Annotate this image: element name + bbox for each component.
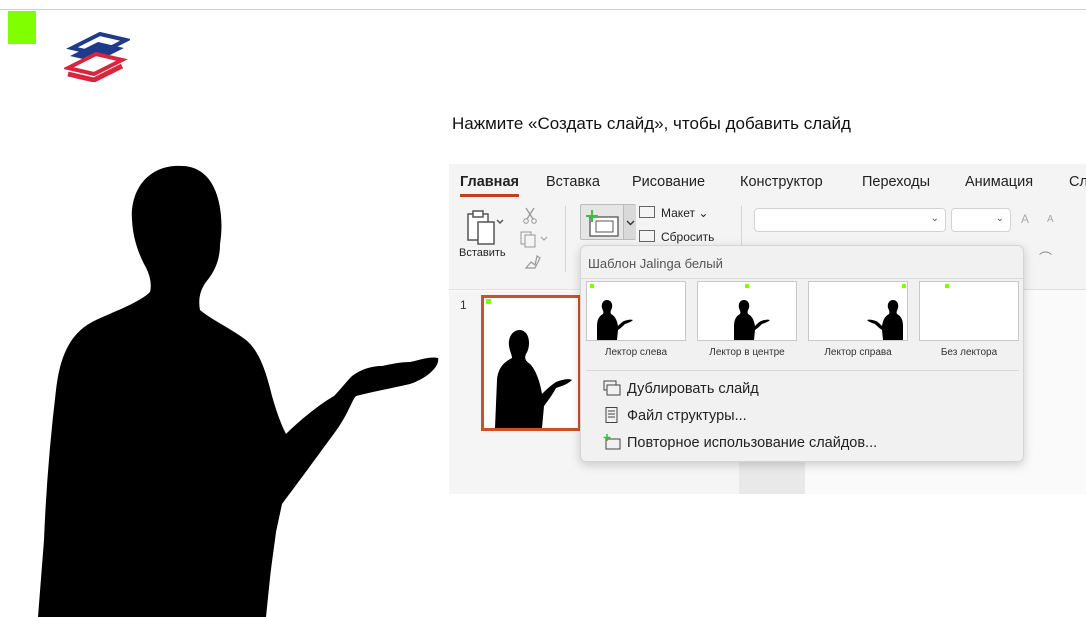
presenter-silhouette <box>495 330 572 428</box>
font-size-select[interactable]: ⌄ <box>951 208 1011 232</box>
accent-marker <box>902 284 906 288</box>
presenter-silhouette <box>734 300 770 340</box>
reuse-slides-icon <box>603 434 621 450</box>
increase-font-size-button[interactable]: A <box>1021 212 1029 226</box>
active-tab-indicator <box>460 194 519 197</box>
font-family-select[interactable]: ⌄ <box>754 208 946 232</box>
copy-icon[interactable] <box>519 230 549 248</box>
reset-icon <box>639 230 655 242</box>
paste-icon[interactable] <box>464 208 504 248</box>
presenter-silhouette <box>867 300 903 340</box>
tab-home[interactable]: Главная <box>460 174 519 190</box>
tab-insert[interactable]: Вставка <box>546 174 600 190</box>
tab-draw[interactable]: Рисование <box>632 174 705 190</box>
presenter-silhouette <box>38 165 439 617</box>
layout-caption: Без лектора <box>940 347 998 358</box>
highlight-pen-icon[interactable]: ⌒ <box>1039 248 1052 267</box>
layout-lecturer-right[interactable] <box>808 281 908 341</box>
reset-label: Сбросить <box>661 230 715 244</box>
chevron-down-icon: ⌄ <box>930 213 939 224</box>
menu-divider <box>587 370 1019 371</box>
layout-lecturer-left[interactable] <box>586 281 686 341</box>
top-divider <box>0 9 1086 10</box>
reuse-slides-label: Повторное использование слайдов... <box>627 435 878 451</box>
logo-books-icon <box>64 31 130 82</box>
reset-button[interactable]: Сбросить <box>639 230 714 246</box>
layout-button[interactable]: Макет ⌄ <box>639 206 708 222</box>
new-slide-dropdown-menu: Шаблон Jalinga белый Лектор слева Лектор… <box>580 245 1024 462</box>
new-slide-button[interactable] <box>580 204 636 240</box>
ribbon-tabs: Главная Вставка Рисование Конструктор Пе… <box>449 164 1086 200</box>
instruction-text: Нажмите «Создать слайд», чтобы добавить … <box>452 114 851 133</box>
template-header: Шаблон Jalinga белый <box>581 246 1023 279</box>
tab-animations[interactable]: Анимация <box>965 174 1033 190</box>
paste-label[interactable]: Вставить <box>459 247 506 259</box>
accent-marker <box>745 284 749 288</box>
new-slide-icon <box>586 210 619 237</box>
layout-caption: Лектор справа <box>824 347 892 358</box>
new-slide-dropdown-arrow[interactable] <box>623 205 636 239</box>
template-name: Шаблон Jalinga белый <box>588 256 723 271</box>
accent-marker <box>8 11 36 44</box>
layout-no-lecturer[interactable] <box>919 281 1019 341</box>
chevron-down-icon: ⌄ <box>995 213 1004 224</box>
layout-caption: Лектор в центре <box>709 347 785 358</box>
accent-marker <box>945 284 949 288</box>
slide-number: 1 <box>460 298 467 312</box>
accent-marker <box>590 284 594 288</box>
outline-file-label: Файл структуры... <box>627 408 747 424</box>
layout-label: Макет <box>661 206 695 220</box>
slide-thumbnail[interactable] <box>481 295 581 431</box>
layout-icon <box>639 206 655 218</box>
format-painter-icon[interactable] <box>523 252 541 270</box>
accent-marker <box>486 299 491 304</box>
tab-design[interactable]: Конструктор <box>740 174 823 190</box>
layout-caption: Лектор слева <box>604 347 668 358</box>
layout-lecturer-center[interactable] <box>697 281 797 341</box>
chevron-down-icon: ⌄ <box>698 206 709 220</box>
duplicate-slide-icon <box>603 380 621 396</box>
reuse-slides-item[interactable]: Повторное использование слайдов... <box>603 434 877 454</box>
ribbon-separator <box>565 206 566 272</box>
outline-file-item[interactable]: Файл структуры... <box>603 407 747 427</box>
duplicate-slide-label: Дублировать слайд <box>627 381 759 397</box>
cut-icon[interactable] <box>521 206 539 224</box>
presenter-silhouette <box>597 300 633 340</box>
decrease-font-size-button[interactable]: A <box>1047 214 1054 225</box>
outline-file-icon <box>605 407 618 423</box>
tab-slideshow[interactable]: Сл <box>1069 174 1086 190</box>
duplicate-slide-item[interactable]: Дублировать слайд <box>603 380 759 400</box>
tab-transitions[interactable]: Переходы <box>862 174 930 190</box>
